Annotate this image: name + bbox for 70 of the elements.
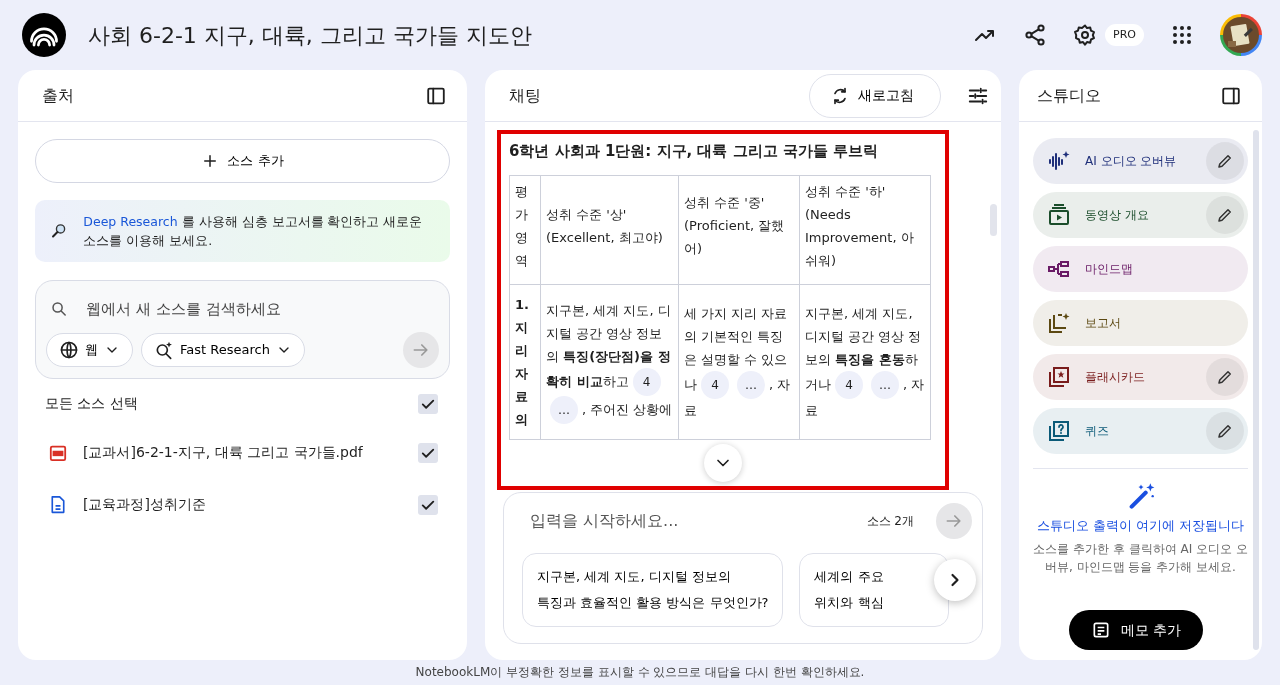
column-header: 성취 수준 '중' (Proficient, 잘했어) (678, 175, 800, 284)
panel-title: 출처 (42, 84, 74, 107)
logo-icon[interactable] (22, 13, 66, 57)
edit-button[interactable] (1206, 196, 1244, 234)
column-header: 성취 수준 '하' (Needs Improvement, 아쉬워) (799, 175, 931, 284)
studio-tool-button[interactable]: AI 오디오 오버뷰 (1033, 138, 1248, 184)
note-icon (1091, 620, 1111, 640)
citation-chip[interactable]: … (737, 370, 765, 399)
source-item[interactable]: [교육과정]성취기준 (83, 494, 402, 515)
table-cell: 지구본, 세계 지도, 디지털 공간 영상 정보의 특징을 혼동하거나 4 … , 자료 (799, 284, 931, 439)
edit-button[interactable] (1206, 358, 1244, 396)
suggestion-card[interactable]: 지구본, 세계 지도, 디지털 정보의 특징과 효율적인 활용 방식은 무엇인가? (522, 552, 784, 627)
citation-chip[interactable]: … (550, 396, 578, 424)
deep-research-link[interactable]: Deep Research (83, 214, 178, 229)
column-header: 평가영역 (509, 175, 541, 284)
next-button[interactable] (934, 558, 976, 601)
source-count: 소스 2개 (866, 512, 914, 530)
select-all-label: 모든 소스 선택 (45, 394, 138, 413)
suggestion-card[interactable]: 세계의 주요 위치와 핵심 (799, 552, 950, 627)
edit-button[interactable] (1206, 142, 1244, 180)
citation-chip[interactable]: 4 (701, 370, 729, 399)
search-field[interactable]: 웹에서 새 소스를 검색하세요 (84, 297, 435, 322)
table-cell: 지구본, 세계 지도, 디지털 공간 영상 정보의 특징(장단점)을 정확히 비교하고 4 … , 주어진 상황에 (540, 284, 679, 439)
banner-text: Deep Research 를 사용해 심층 보고서를 확인하고 새로운 소스를 이용해 보세요. (83, 213, 424, 250)
scrollbar-thumb[interactable] (990, 204, 997, 236)
pencil-icon (1216, 206, 1234, 224)
disclaimer-text: NotebookLM이 부정확한 정보를 표시할 수 있으므로 대답을 다시 한번 확인하세요. (414, 664, 866, 681)
empty-state-text: 소스를 추가한 후 클릭하여 AI 오디오 오버뷰, 마인드맵 등을 추가해 보세요. (1032, 540, 1249, 576)
source-type-dropdown[interactable]: 웹 (46, 332, 133, 367)
response-title: 6학년 사회과 1단원: 지구, 대륙 그리고 국가들 루브릭 (509, 141, 880, 162)
avatar[interactable] (1220, 14, 1262, 56)
add-source-button[interactable]: 소스 추가 (35, 139, 450, 183)
edit-button[interactable] (1206, 412, 1244, 450)
notebook-title: 사회 6-2-1 지구, 대륙, 그리고 국가들 지도안 (88, 21, 532, 50)
pencil-icon (1216, 422, 1234, 440)
plan-badge: PRO (1105, 23, 1144, 47)
pencil-icon (1216, 152, 1234, 170)
report-icon (1047, 311, 1071, 335)
citation-chip[interactable]: … (871, 370, 899, 399)
studio-tool-button[interactable]: 보고서 (1033, 300, 1248, 346)
studio-tool-button[interactable]: 퀴즈 (1033, 408, 1248, 454)
quiz-icon (1047, 419, 1071, 443)
table-cell: 세 가지 지리 자료의 기본적인 특징은 설명할 수 있으나 4 … , 자료 (678, 284, 800, 439)
add-note-button[interactable]: 메모 추가 (1069, 610, 1204, 650)
studio-tool-button[interactable]: 플래시카드 (1033, 354, 1248, 400)
globe-icon (59, 339, 79, 360)
checkbox[interactable] (418, 442, 438, 463)
citation-chip[interactable]: 4 (835, 370, 863, 399)
research-mode-dropdown[interactable]: Fast Research (141, 332, 305, 367)
scrollbar-track[interactable] (1253, 130, 1259, 650)
column-header: 성취 수준 '상' (Excellent, 최고야) (540, 175, 679, 284)
apps-grid-icon[interactable] (1170, 23, 1194, 47)
table-cell: 1. 지리 자료의 (509, 284, 541, 439)
settings-icon[interactable] (1073, 23, 1098, 47)
panel-title: 채팅 (509, 84, 541, 107)
waveform-icon (1047, 149, 1071, 173)
empty-state-title: 스튜디오 출력이 여기에 저장됩니다 (1037, 517, 1244, 535)
checkbox[interactable] (418, 393, 438, 414)
studio-tool-button[interactable]: 마인드맵 (1033, 246, 1248, 292)
panel-title: 스튜디오 (1037, 84, 1101, 107)
citation-chip[interactable]: 4 (632, 368, 661, 396)
studio-tool-button[interactable]: 동영상 개요 (1033, 192, 1248, 238)
share-icon[interactable] (1023, 23, 1048, 47)
flashcard-icon (1047, 365, 1071, 389)
pencil-icon (1216, 368, 1234, 386)
checkbox[interactable] (418, 494, 438, 515)
refresh-button[interactable]: 새로고침 (809, 73, 941, 118)
document-icon (49, 493, 67, 516)
video-icon (1047, 203, 1071, 227)
source-item[interactable]: [교과서]6-2-1-지구, 대륙 그리고 국가들.pdf (83, 442, 402, 463)
